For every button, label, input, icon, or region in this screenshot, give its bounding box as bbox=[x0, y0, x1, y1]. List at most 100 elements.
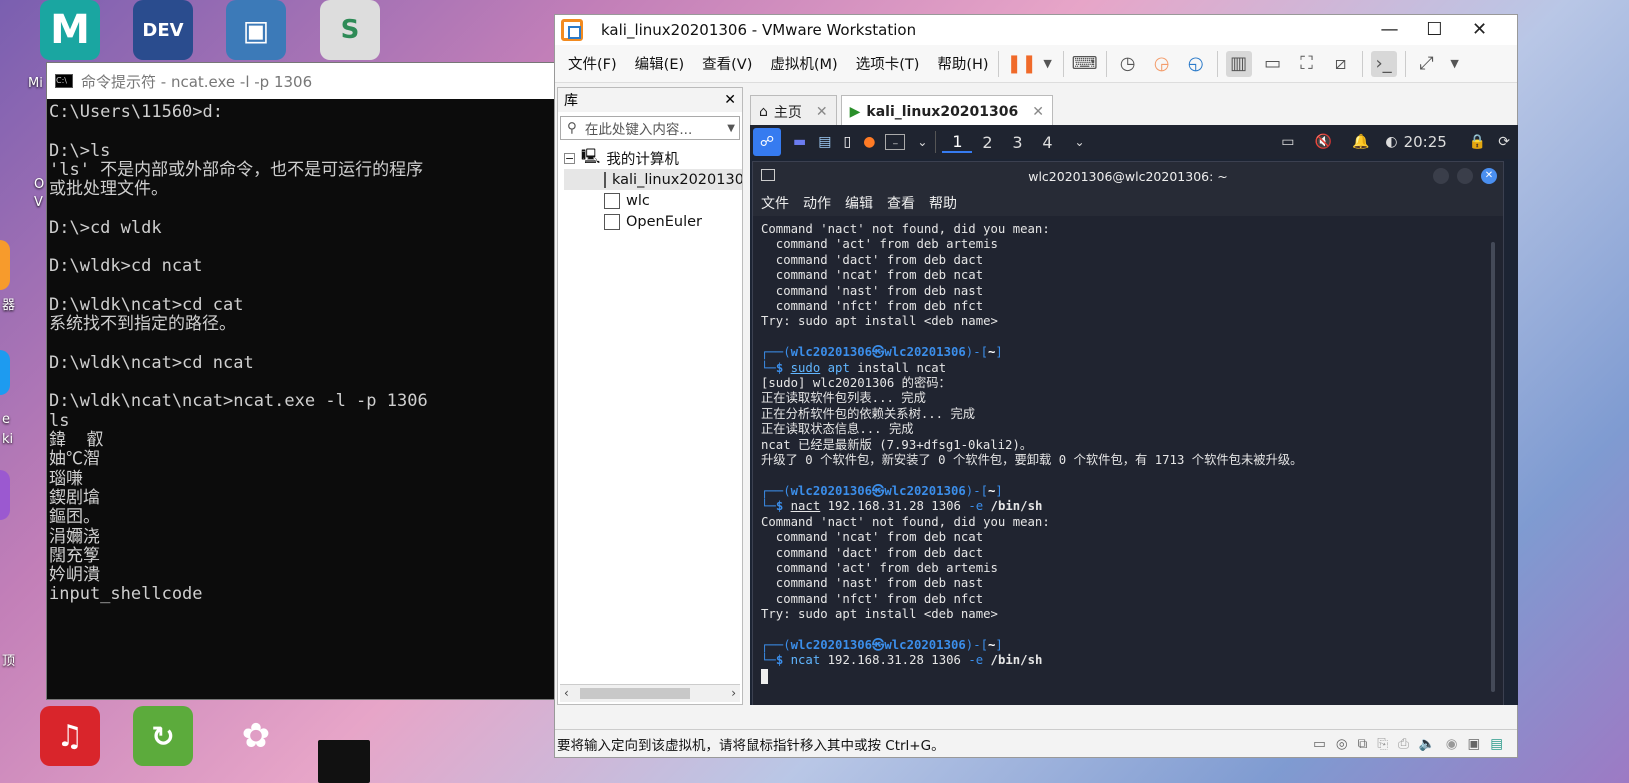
library-hscrollbar[interactable]: ‹ › bbox=[560, 684, 740, 702]
desktop-netease-icon[interactable]: ♫ bbox=[40, 706, 100, 766]
volume-muted-icon[interactable]: 🔇 bbox=[1315, 134, 1332, 150]
menu-tabs[interactable]: 选项卡(T) bbox=[856, 53, 920, 74]
tab-close-icon[interactable]: ✕ bbox=[1032, 104, 1044, 120]
console-view-icon[interactable]: ▭ bbox=[1260, 51, 1286, 77]
terminal-menu-file[interactable]: 文件 bbox=[761, 193, 789, 213]
desktop-edge-icon-1[interactable] bbox=[0, 240, 10, 290]
workspace-2[interactable]: 2 bbox=[972, 133, 1002, 152]
desktop-sheet-icon[interactable]: S bbox=[320, 0, 380, 60]
close-button[interactable]: ✕ bbox=[1457, 19, 1502, 43]
stretch-icon[interactable]: ⤢ bbox=[1414, 51, 1440, 77]
terminal-menu-view[interactable]: 查看 bbox=[887, 193, 915, 213]
terminal-window[interactable]: wlc20201306@wlc20201306: ~ ✕ 文件 动作 编辑 查看… bbox=[752, 161, 1504, 705]
desktop-devcpp-icon[interactable]: DEV bbox=[133, 0, 193, 60]
terminal-titlebar[interactable]: wlc20201306@wlc20201306: ~ ✕ bbox=[753, 162, 1503, 190]
notifications-icon[interactable]: 🔔 bbox=[1352, 134, 1369, 150]
message-log-icon[interactable]: ▤ bbox=[1490, 736, 1503, 752]
chevron-down-icon[interactable]: ▼ bbox=[727, 123, 735, 134]
computer-icon: 🖳 bbox=[581, 149, 601, 165]
desktop-edge-icon-3[interactable] bbox=[0, 470, 10, 520]
desktop-python-icon[interactable]: ▣ bbox=[226, 0, 286, 60]
kali-menu-icon[interactable]: ☍ bbox=[753, 128, 781, 156]
prompt-line: ┌──(wlc20201306㉿wlc20201306)-[~] bbox=[761, 483, 1003, 498]
cmd-line: 闊充箰 bbox=[49, 545, 100, 566]
tab-kali[interactable]: ▶ kali_linux20201306 ✕ bbox=[840, 95, 1053, 127]
text-editor-icon[interactable]: ▯ bbox=[843, 134, 851, 150]
library-view-icon[interactable]: ▥ bbox=[1225, 50, 1252, 77]
cmd-window[interactable]: C:\ 命令提示符 - ncat.exe -l -p 1306 C:\Users… bbox=[46, 62, 556, 700]
tab-close-icon[interactable]: ✕ bbox=[816, 104, 828, 120]
cmd-output[interactable]: C:\Users\11560>d: D:\>ls'ls' 不是内部或外部命令，也… bbox=[47, 99, 555, 609]
cmd-line: 或批处理文件。 bbox=[49, 179, 168, 200]
collapse-icon[interactable]: − bbox=[564, 153, 575, 164]
tree-node-vm[interactable]: wlc bbox=[564, 190, 742, 211]
pause-icon[interactable]: ❚❚ bbox=[1007, 51, 1037, 77]
printer-icon[interactable]: ⎙ bbox=[1398, 736, 1409, 752]
usb-icon[interactable]: ⎘ bbox=[1377, 736, 1388, 752]
vmware-window[interactable]: kali_linux20201306 - VMware Workstation … bbox=[554, 14, 1518, 758]
chevron-down-icon[interactable]: ▼ bbox=[1041, 51, 1055, 77]
clock[interactable]: 20:25 bbox=[1404, 133, 1447, 151]
menu-edit[interactable]: 编辑(E) bbox=[635, 53, 684, 74]
revert-snapshot-icon[interactable]: ◶ bbox=[1149, 51, 1175, 77]
firefox-icon[interactable]: ● bbox=[863, 134, 875, 150]
terminal-menu-edit[interactable]: 编辑 bbox=[845, 193, 873, 213]
tree-node-vm[interactable]: OpenEuler bbox=[564, 211, 742, 232]
tree-node-my-computer[interactable]: − 🖳 我的计算机 bbox=[564, 148, 742, 169]
vmware-titlebar[interactable]: kali_linux20201306 - VMware Workstation … bbox=[555, 15, 1517, 45]
file-manager-icon[interactable]: ▤ bbox=[818, 134, 831, 150]
terminal-menu-actions[interactable]: 动作 bbox=[803, 193, 831, 213]
terminal-scrollbar[interactable] bbox=[1491, 242, 1495, 692]
terminal-output[interactable]: Command 'nact' not found, did you mean: … bbox=[753, 216, 1503, 690]
terminal-icon[interactable]: ›_ bbox=[1370, 50, 1397, 77]
tab-home[interactable]: ⌂ 主页 ✕ bbox=[750, 95, 837, 127]
workspace-4[interactable]: 4 bbox=[1032, 133, 1062, 152]
display-status-icon[interactable]: ▣ bbox=[1467, 736, 1480, 752]
menu-vm[interactable]: 虚拟机(M) bbox=[770, 53, 837, 74]
workspace-1[interactable]: 1 bbox=[942, 132, 973, 153]
network-icon[interactable]: ⧉ bbox=[1358, 736, 1368, 752]
show-desktop-icon[interactable]: ▬ bbox=[793, 134, 806, 150]
desktop-plant-icon[interactable]: ✿ bbox=[226, 706, 286, 766]
terminal-minimize-button[interactable] bbox=[1433, 168, 1449, 184]
menu-help[interactable]: 帮助(H) bbox=[937, 53, 988, 74]
send-keys-icon[interactable]: ⌨ bbox=[1072, 51, 1098, 77]
maximize-button[interactable]: ☐ bbox=[1412, 19, 1457, 43]
library-search-input[interactable]: ⚲ 在此处键入内容... ▼ bbox=[560, 116, 740, 140]
terminal-menu-help[interactable]: 帮助 bbox=[929, 193, 957, 213]
desktop-edge-icon-2[interactable] bbox=[0, 350, 10, 395]
hdd-icon[interactable]: ▭ bbox=[1313, 736, 1326, 752]
terminal-line: 正在读取状态信息... 完成 bbox=[761, 422, 914, 437]
chevron-down-icon[interactable]: ⌄ bbox=[1074, 135, 1084, 149]
terminal-close-button[interactable]: ✕ bbox=[1481, 168, 1497, 184]
desktop-app-icon-1[interactable]: M bbox=[40, 0, 100, 60]
workspace-3[interactable]: 3 bbox=[1002, 133, 1032, 152]
library-close-icon[interactable]: ✕ bbox=[724, 92, 736, 108]
snapshot-manager-icon[interactable]: ◵ bbox=[1183, 51, 1209, 77]
minimize-button[interactable]: — bbox=[1367, 19, 1412, 43]
scroll-thumb[interactable] bbox=[580, 688, 690, 699]
chevron-down-icon[interactable]: ⌄ bbox=[917, 135, 927, 149]
sound-icon[interactable]: 🔈 bbox=[1419, 736, 1436, 752]
unity-icon[interactable]: ⧄ bbox=[1328, 51, 1354, 77]
guest-display[interactable]: ☍ ▬ ▤ ▯ ● _ ⌄ 1 2 3 4 ⌄ ▭ 🔇 🔔 ◐ 20:25 🔒 … bbox=[750, 125, 1518, 705]
scroll-left-icon[interactable]: ‹ bbox=[564, 686, 569, 700]
lock-icon[interactable]: 🔒 bbox=[1469, 134, 1486, 150]
logout-icon[interactable]: ⟳ bbox=[1498, 134, 1510, 150]
fullscreen-icon[interactable]: ⛶ bbox=[1294, 51, 1320, 77]
terminal-maximize-button[interactable] bbox=[1457, 168, 1473, 184]
camera-icon[interactable]: ◉ bbox=[1446, 736, 1458, 752]
chevron-down-icon[interactable]: ▼ bbox=[1448, 51, 1462, 77]
power-manager-icon[interactable]: ◐ bbox=[1385, 134, 1397, 150]
cmd-titlebar[interactable]: C:\ 命令提示符 - ncat.exe -l -p 1306 bbox=[47, 63, 555, 99]
cdrom-icon[interactable]: ◎ bbox=[1336, 736, 1348, 752]
menu-view[interactable]: 查看(V) bbox=[702, 53, 752, 74]
desktop-black-icon[interactable] bbox=[318, 740, 370, 783]
desktop-app-icon-2[interactable]: ↻ bbox=[133, 706, 193, 766]
snapshot-icon[interactable]: ◷ bbox=[1115, 51, 1141, 77]
terminal-app-icon[interactable]: _ bbox=[885, 134, 906, 150]
scroll-right-icon[interactable]: › bbox=[731, 686, 736, 700]
display-icon[interactable]: ▭ bbox=[1281, 134, 1294, 150]
menu-file[interactable]: 文件(F) bbox=[568, 53, 617, 74]
tree-node-vm[interactable]: kali_linux20201306 bbox=[564, 169, 742, 190]
